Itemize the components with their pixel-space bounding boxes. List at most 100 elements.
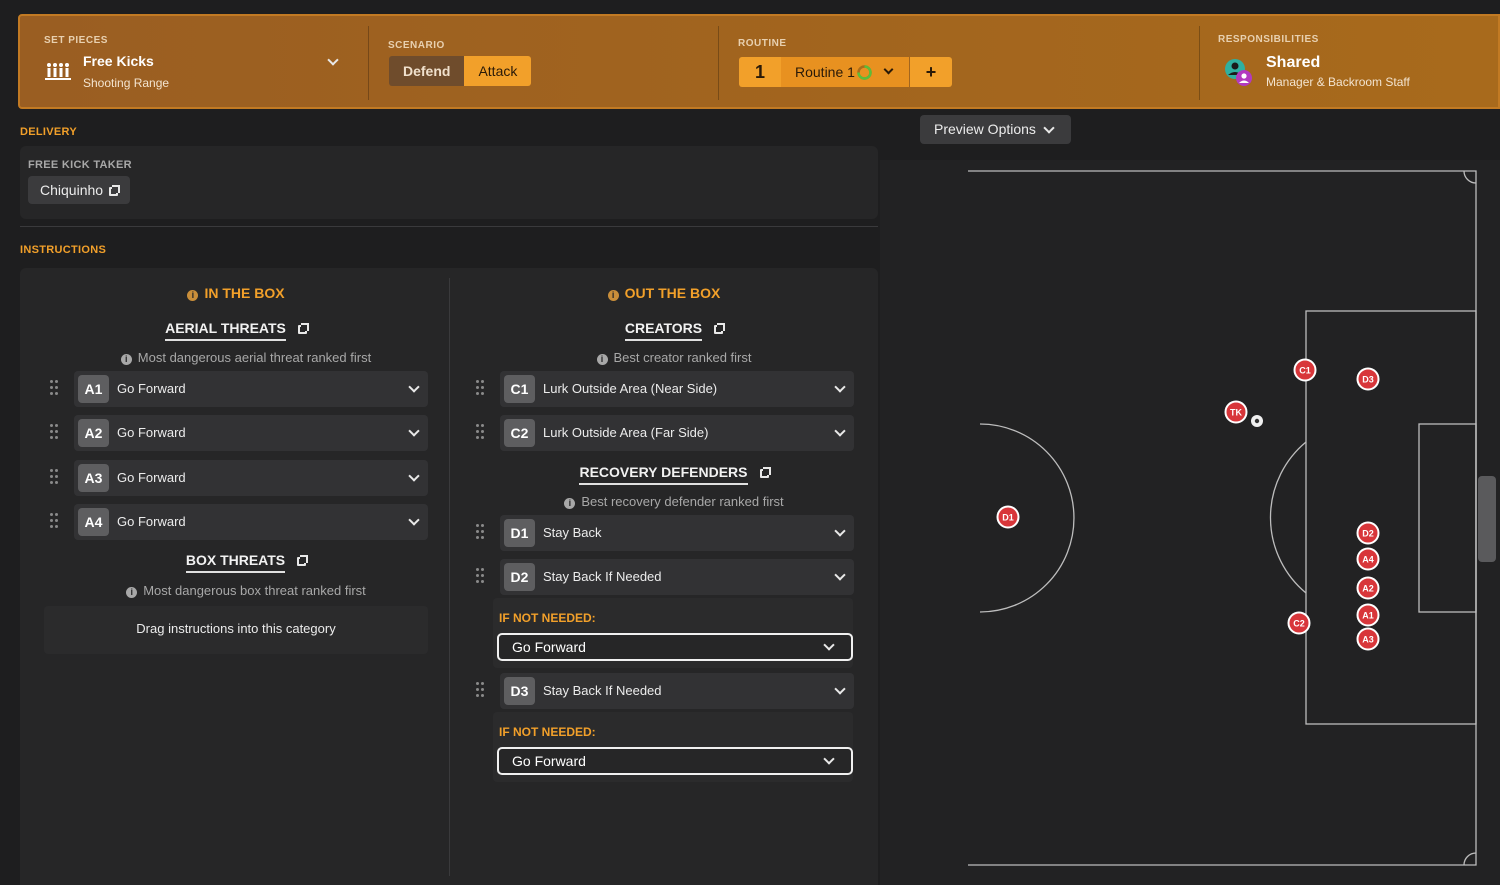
info-icon: i [596, 354, 608, 365]
instruction-row[interactable]: D3 Stay Back If Needed [476, 673, 854, 709]
instruction-row[interactable]: C1 Lurk Outside Area (Near Side) [476, 371, 854, 407]
player-marker-c2[interactable]: C2 [1287, 611, 1311, 635]
instruction-row[interactable]: D2 Stay Back If Needed [476, 559, 854, 595]
drag-handle-icon[interactable] [50, 424, 60, 442]
player-badge: D3 [504, 677, 535, 705]
preview-options-label: Preview Options [934, 121, 1036, 137]
if-not-needed-label: IF NOT NEEDED: [499, 611, 596, 625]
routine-dropdown[interactable]: Routine 1 [781, 57, 909, 87]
instruction-select[interactable]: A3 Go Forward [74, 460, 428, 496]
add-routine-button[interactable]: + [910, 57, 952, 87]
player-marker-a3[interactable]: A3 [1356, 627, 1380, 651]
chevron-down-icon [327, 54, 339, 66]
instruction-row[interactable]: A3 Go Forward [50, 460, 428, 496]
instruction-select[interactable]: A2 Go Forward [74, 415, 428, 451]
instruction-value: Go Forward [117, 425, 186, 440]
player-marker-a4[interactable]: A4 [1356, 547, 1380, 571]
creators-title[interactable]: CREATORS [450, 320, 898, 341]
player-marker-d1[interactable]: D1 [996, 505, 1020, 529]
instruction-row[interactable]: A4 Go Forward [50, 504, 428, 540]
drag-handle-icon[interactable] [476, 424, 486, 442]
player-marker-c1[interactable]: C1 [1293, 358, 1317, 382]
drag-handle-icon[interactable] [50, 469, 60, 487]
scrollbar-thumb[interactable] [1478, 476, 1496, 562]
instruction-value: Go Forward [117, 381, 186, 396]
instruction-value: Stay Back If Needed [543, 683, 662, 698]
set-pieces-label: SET PIECES [44, 35, 108, 46]
info-icon: i [607, 290, 619, 301]
in-the-box-heading: i IN THE BOX [20, 285, 452, 301]
instruction-select[interactable]: A1 Go Forward [74, 371, 428, 407]
player-marker-a2[interactable]: A2 [1356, 576, 1380, 600]
player-marker-label: C2 [1293, 619, 1305, 629]
player-marker-a1[interactable]: A1 [1356, 603, 1380, 627]
drag-handle-icon[interactable] [476, 682, 486, 700]
if-not-needed-value: Go Forward [512, 639, 586, 655]
player-marker-label: D1 [1002, 513, 1014, 523]
preview-options-button[interactable]: Preview Options [920, 115, 1071, 144]
player-marker-d2[interactable]: D2 [1356, 521, 1380, 545]
player-marker-label: D3 [1362, 375, 1374, 385]
free-kick-taker-chip[interactable]: Chiquinho [28, 176, 131, 204]
instruction-row[interactable]: A2 Go Forward [50, 415, 428, 451]
player-badge: A1 [78, 375, 109, 403]
instruction-row[interactable]: D1 Stay Back [476, 515, 854, 551]
instruction-select[interactable]: D1 Stay Back [500, 515, 854, 551]
player-badge: D1 [504, 519, 535, 547]
scenario-section: SCENARIO Defend Attack [369, 16, 718, 107]
if-not-needed-select[interactable]: Go Forward [497, 633, 853, 661]
creators-hint: i Best creator ranked first [450, 350, 898, 365]
routine-name: Routine 1 [795, 64, 855, 80]
external-link-icon [297, 323, 309, 334]
drag-handle-icon[interactable] [50, 513, 60, 531]
instruction-row[interactable]: A1 Go Forward [50, 371, 428, 407]
external-link-icon [109, 185, 121, 196]
instruction-select[interactable]: D3 Stay Back If Needed [500, 673, 854, 709]
divider [20, 226, 878, 227]
chevron-down-icon [883, 64, 894, 75]
player-marker-label: A3 [1362, 635, 1374, 645]
player-marker-label: A2 [1362, 584, 1374, 594]
drag-handle-icon[interactable] [476, 380, 486, 398]
player-badge: A2 [78, 419, 109, 447]
routine-number[interactable]: 1 [739, 57, 781, 87]
instruction-select[interactable]: C1 Lurk Outside Area (Near Side) [500, 371, 854, 407]
chevron-down-icon [1043, 122, 1055, 134]
instruction-select[interactable]: C2 Lurk Outside Area (Far Side) [500, 415, 854, 451]
external-link-icon [714, 323, 726, 334]
player-marker-label: C1 [1299, 366, 1311, 376]
set-pieces-selector[interactable]: SET PIECES Free Kicks Shooting Range [20, 16, 368, 107]
chevron-down-icon [408, 381, 420, 393]
responsibilities-section[interactable]: RESPONSIBILITIES Shared Manager & Backro… [1200, 16, 1500, 107]
player-badge: C1 [504, 375, 535, 403]
drag-handle-icon[interactable] [476, 524, 486, 542]
if-not-needed-select[interactable]: Go Forward [497, 747, 853, 775]
chevron-down-icon [834, 425, 846, 437]
scenario-attack[interactable]: Attack [464, 56, 532, 86]
set-piece-header: SET PIECES Free Kicks Shooting Range SCE… [18, 14, 1500, 109]
player-marker-d3[interactable]: D3 [1356, 367, 1380, 391]
player-marker-tk[interactable]: TK [1224, 400, 1248, 424]
instruction-select[interactable]: A4 Go Forward [74, 504, 428, 540]
player-badge: A3 [78, 464, 109, 492]
aerial-threats-hint: i Most dangerous aerial threat ranked fir… [20, 350, 472, 365]
drag-handle-icon[interactable] [50, 380, 60, 398]
instruction-select[interactable]: D2 Stay Back If Needed [500, 559, 854, 595]
box-threats-title[interactable]: BOX THREATS [20, 552, 472, 573]
pitch-preview: C1 D3 TK D1 D2 A4 A2 A1 A3 C2 [880, 160, 1500, 885]
recovery-defenders-title[interactable]: RECOVERY DEFENDERS [450, 464, 898, 485]
staff-icon [1225, 59, 1252, 86]
instruction-value: Go Forward [117, 470, 186, 485]
box-threats-drop-zone[interactable]: Drag instructions into this category [44, 606, 428, 654]
info-icon: i [126, 587, 138, 598]
drag-handle-icon[interactable] [476, 568, 486, 586]
scenario-defend[interactable]: Defend [389, 56, 465, 86]
responsibilities-subtitle: Manager & Backroom Staff [1266, 75, 1410, 89]
player-marker-label: D2 [1362, 529, 1374, 539]
chevron-down-icon [408, 470, 420, 482]
routine-label: ROUTINE [738, 38, 787, 49]
aerial-threats-title[interactable]: AERIAL THREATS [20, 320, 452, 341]
delivery-label: DELIVERY [20, 126, 78, 138]
player-badge: D2 [504, 563, 535, 591]
instruction-row[interactable]: C2 Lurk Outside Area (Far Side) [476, 415, 854, 451]
